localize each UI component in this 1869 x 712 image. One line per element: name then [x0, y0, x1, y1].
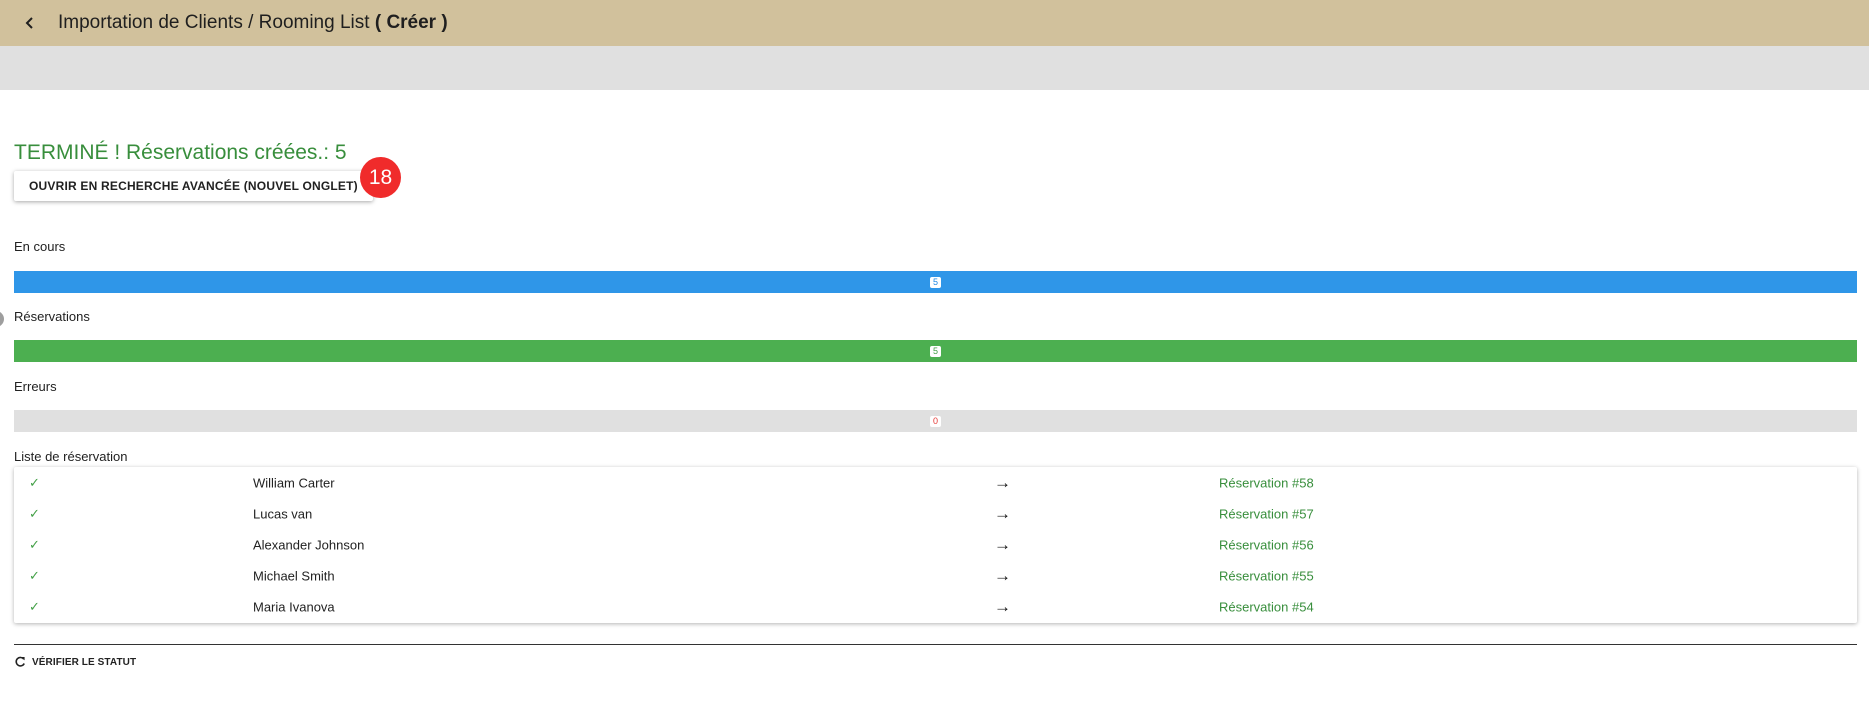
arrow-right-icon: → — [994, 534, 1011, 554]
arrow-right-icon: → — [994, 472, 1011, 492]
client-name: Maria Ivanova — [253, 599, 335, 615]
list-item: ✓ Alexander Johnson → Réservation #56 — [14, 529, 1857, 560]
verify-status-label: VÉRIFIER LE STATUT — [32, 656, 137, 668]
client-name: William Carter — [253, 475, 335, 491]
client-name: Alexander Johnson — [253, 537, 365, 553]
page-title-paren-open: ( — [374, 12, 382, 33]
chevron-left-icon — [25, 17, 33, 29]
check-icon: ✓ — [29, 474, 40, 490]
reservation-list: ✓ William Carter → Réservation #58 ✓ Luc… — [14, 467, 1857, 623]
in-progress-bar: 5 — [14, 271, 1857, 293]
refresh-icon — [15, 656, 25, 667]
list-item: ✓ William Carter → Réservation #58 — [14, 467, 1857, 498]
reservation-link[interactable]: Réservation #56 — [1219, 537, 1314, 552]
arrow-right-icon: → — [994, 597, 1011, 617]
in-progress-count: 5 — [929, 276, 941, 288]
import-status-title: TERMINÉ ! Réservations créées.: 5 — [14, 141, 347, 164]
reservation-link[interactable]: Réservation #57 — [1219, 506, 1314, 521]
list-item: ✓ Lucas van → Réservation #57 — [14, 498, 1857, 529]
toolbar-area — [0, 46, 1869, 90]
page-title-mode: Créer — [386, 12, 437, 33]
reservation-list-label: Liste de réservation — [14, 449, 128, 464]
reservation-link[interactable]: Réservation #58 — [1219, 475, 1314, 490]
reservations-count: 5 — [929, 345, 941, 357]
back-button[interactable] — [19, 12, 41, 34]
reservations-label: Réservations — [14, 309, 90, 324]
notification-badge: 18 — [360, 157, 401, 198]
check-icon: ✓ — [29, 568, 40, 584]
open-advanced-search-button[interactable]: OUVRIR EN RECHERCHE AVANCÉE (NOUVEL ONGL… — [14, 171, 373, 201]
arrow-right-icon: → — [994, 503, 1011, 523]
list-item: ✓ Maria Ivanova → Réservation #54 — [14, 592, 1857, 623]
page-title: Importation de Clients / Rooming List ( … — [58, 12, 448, 34]
client-name: Michael Smith — [253, 568, 335, 584]
page-title-text: Importation de Clients / Rooming List — [58, 12, 370, 33]
reservation-link[interactable]: Réservation #55 — [1219, 569, 1314, 584]
check-icon: ✓ — [29, 599, 40, 615]
list-item: ✓ Michael Smith → Réservation #55 — [14, 561, 1857, 592]
check-icon: ✓ — [29, 505, 40, 521]
reservation-link[interactable]: Réservation #54 — [1219, 600, 1314, 615]
page-title-paren-close: ) — [441, 12, 448, 33]
client-name: Lucas van — [253, 506, 313, 522]
in-progress-label: En cours — [14, 239, 66, 254]
errors-label: Erreurs — [14, 379, 57, 394]
side-drawer-handle[interactable] — [0, 311, 4, 327]
errors-bar: 0 — [14, 410, 1857, 432]
reservations-bar: 5 — [14, 340, 1857, 362]
app-header: Importation de Clients / Rooming List ( … — [0, 0, 1869, 46]
check-icon: ✓ — [29, 536, 40, 552]
verify-status-button[interactable]: VÉRIFIER LE STATUT — [14, 653, 136, 671]
divider — [14, 644, 1857, 645]
arrow-right-icon: → — [994, 566, 1011, 586]
errors-count: 0 — [929, 415, 941, 427]
